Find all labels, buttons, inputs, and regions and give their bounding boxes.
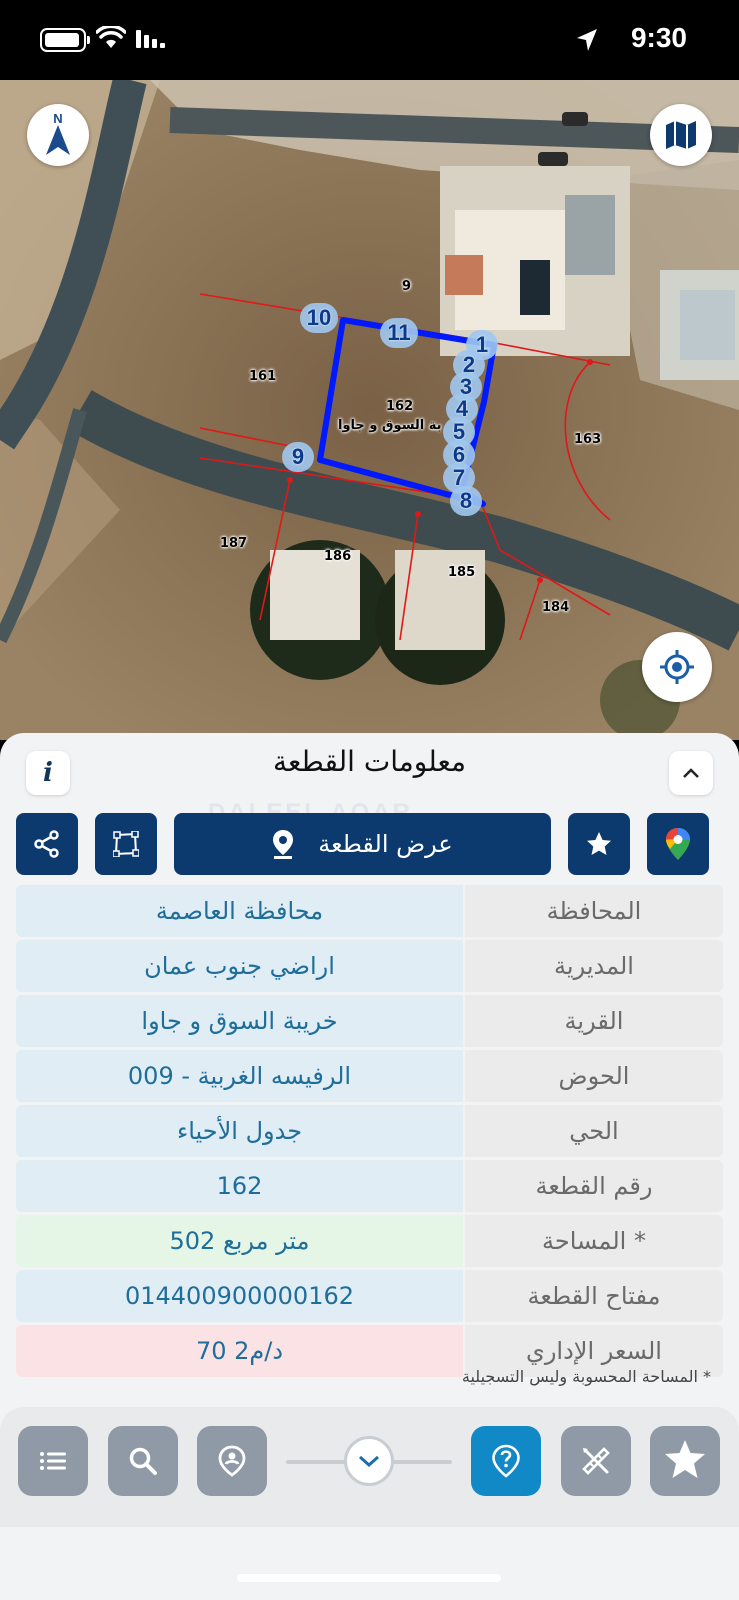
parcel-number-9: 9 [402, 279, 412, 294]
table-row: الرفيسه الغربية - 009 الحوض [16, 1050, 723, 1102]
chevron-down-icon [359, 1455, 379, 1468]
show-parcel-button[interactable]: عرض القطعة [174, 813, 551, 875]
home-indicator [237, 1574, 501, 1582]
person-pin-icon [218, 1445, 246, 1477]
badge-star-icon [665, 1440, 705, 1478]
parcel-number-162: 162 [386, 399, 414, 414]
battery-tip [87, 36, 90, 44]
vertex-marker[interactable]: 8 [450, 486, 482, 516]
list-button[interactable] [18, 1426, 88, 1496]
row-value: جدول الأحياء [16, 1105, 463, 1157]
table-row: 162 رقم القطعة [16, 1160, 723, 1212]
map-layers-icon [666, 121, 696, 149]
satellite-map[interactable]: 9 161 162 163 187 186 185 184 بة السوق و… [0, 80, 739, 740]
area-footnote: * المساحة المحسوبة وليس التسجيلية [461, 1367, 711, 1386]
show-parcel-label: عرض القطعة [318, 830, 453, 858]
ruler-pencil-icon [582, 1447, 610, 1475]
row-key: الحوض [465, 1050, 723, 1102]
google-maps-icon [666, 828, 690, 860]
row-value: اراضي جنوب عمان [16, 940, 463, 992]
table-row: خريبة السوق و جاوا القرية [16, 995, 723, 1047]
location-arrow-icon [577, 29, 597, 51]
help-pin-icon [492, 1444, 520, 1478]
table-row: اراضي جنوب عمان المديرية [16, 940, 723, 992]
map-imagery [0, 80, 739, 740]
measure-button[interactable] [561, 1426, 631, 1496]
row-key: المديرية [465, 940, 723, 992]
collapse-button[interactable] [669, 751, 713, 795]
signal-icon [136, 30, 165, 48]
row-key: الحي [465, 1105, 723, 1157]
share-icon [34, 830, 59, 858]
table-row: جدول الأحياء الحي [16, 1105, 723, 1157]
table-row: 502 متر مربع المساحة * [16, 1215, 723, 1267]
row-key: رقم القطعة [465, 1160, 723, 1212]
row-key: المحافظة [465, 885, 723, 937]
badge-star-button[interactable] [650, 1426, 720, 1496]
table-row: 014400900000162 مفتاح القطعة [16, 1270, 723, 1322]
my-location-icon [660, 650, 694, 684]
row-value: 162 [16, 1160, 463, 1212]
row-value: خريبة السوق و جاوا [16, 995, 463, 1047]
bottom-toolbar [0, 1407, 739, 1527]
compass-letter: N [53, 111, 62, 126]
row-value: 014400900000162 [16, 1270, 463, 1322]
village-overlay-label: بة السوق و جاوا [338, 418, 442, 433]
parcel-number-161: 161 [249, 369, 277, 384]
parcel-number-185: 185 [448, 565, 476, 580]
search-button[interactable] [108, 1426, 178, 1496]
row-key: القرية [465, 995, 723, 1047]
sheet-title: معلومات القطعة [273, 745, 466, 778]
favorite-button[interactable] [568, 813, 630, 875]
parcel-number-186: 186 [324, 549, 352, 564]
clock: 9:30 [630, 22, 687, 53]
parcel-number-184: 184 [542, 600, 570, 615]
wifi-icon [96, 26, 126, 48]
search-icon [129, 1447, 157, 1475]
row-key: مفتاح القطعة [465, 1270, 723, 1322]
row-value: محافظة العاصمة [16, 885, 463, 937]
zoom-slider-knob[interactable] [344, 1436, 394, 1486]
google-maps-button[interactable] [647, 813, 709, 875]
compass-icon: N [46, 111, 70, 155]
row-value: الرفيسه الغربية - 009 [16, 1050, 463, 1102]
star-icon [587, 832, 611, 855]
vertex-marker[interactable]: 10 [300, 303, 338, 333]
table-row: محافظة العاصمة المحافظة [16, 885, 723, 937]
help-pin-button[interactable] [471, 1426, 541, 1496]
compass-button[interactable]: N [27, 104, 89, 166]
battery-icon [40, 28, 86, 52]
action-row: عرض القطعة [16, 813, 723, 875]
share-button[interactable] [16, 813, 78, 875]
pin-icon [273, 830, 294, 859]
polygon-button[interactable] [95, 813, 157, 875]
person-pin-button[interactable] [197, 1426, 267, 1496]
parcel-number-187: 187 [220, 536, 248, 551]
row-value: 70 د/م2 [16, 1325, 463, 1377]
vertex-marker[interactable]: 11 [380, 318, 418, 348]
row-key: المساحة * [465, 1215, 723, 1267]
parcel-info-table: محافظة العاصمة المحافظة اراضي جنوب عمان … [16, 885, 723, 1380]
status-bar: 9:30 [0, 0, 739, 80]
list-icon [40, 1452, 66, 1470]
parcel-number-163: 163 [574, 432, 602, 447]
polygon-icon [113, 831, 139, 857]
chevron-up-icon [683, 768, 699, 778]
row-value: 502 متر مربع [16, 1215, 463, 1267]
my-location-button[interactable] [642, 632, 712, 702]
map-layers-button[interactable] [650, 104, 712, 166]
vertex-marker[interactable]: 9 [282, 442, 314, 472]
